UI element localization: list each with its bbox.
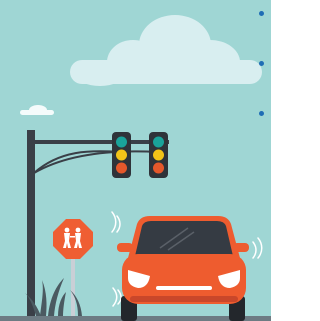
illustration-panel <box>0 0 271 321</box>
traffic-light-icon <box>112 132 131 178</box>
traffic-light-icon <box>149 132 168 178</box>
traffic-scene <box>0 0 271 321</box>
